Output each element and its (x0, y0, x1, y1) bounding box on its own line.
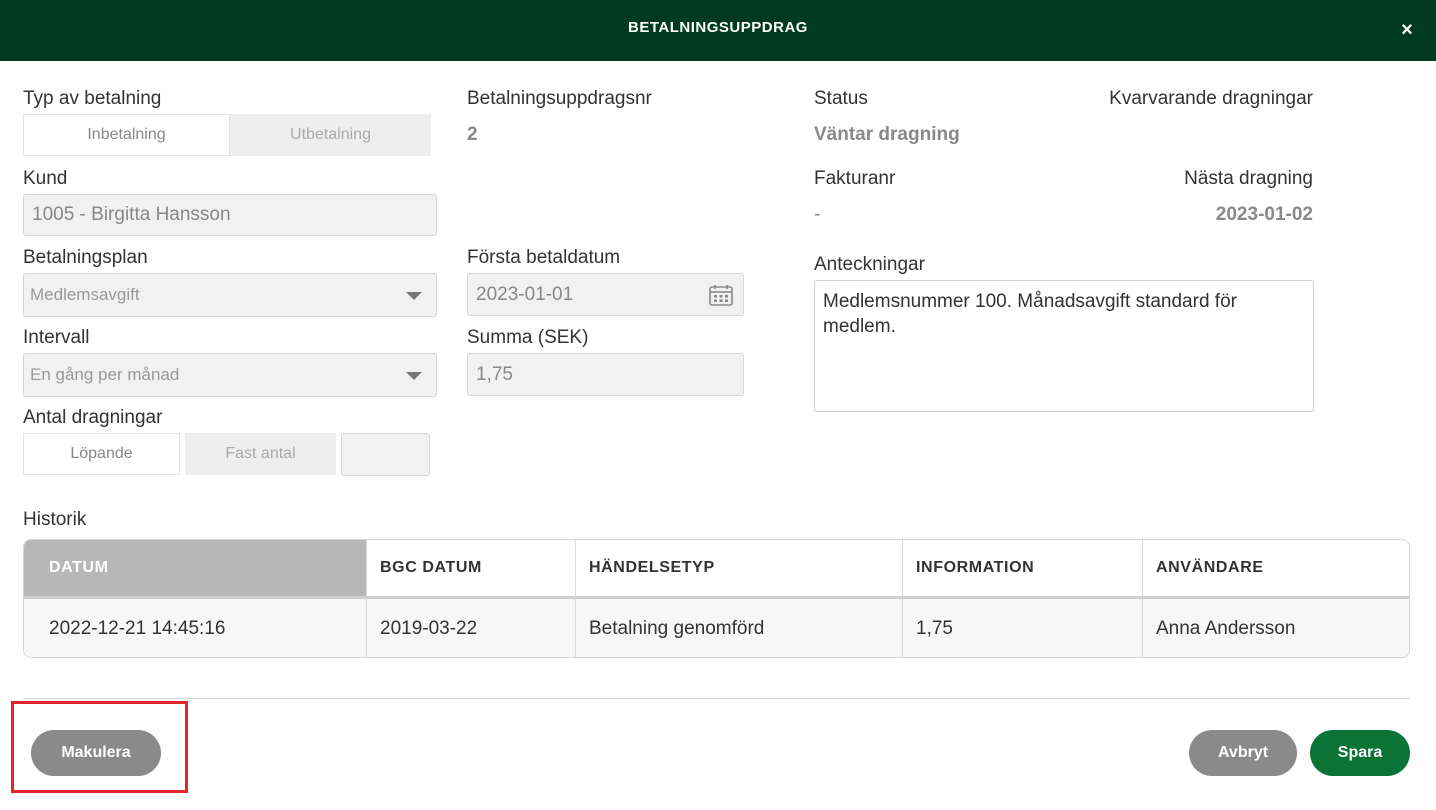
customer-label: Kund (23, 168, 68, 189)
column-header-datum[interactable]: DATUM (24, 540, 367, 596)
draw-count-lopande[interactable]: Löpande (23, 433, 180, 475)
footer-divider (23, 698, 1410, 699)
table-row[interactable]: 2022-12-21 14:45:16 2019-03-22 Betalning… (24, 599, 1409, 657)
chevron-down-icon (406, 292, 422, 300)
column-header-bgc-datum[interactable]: BGC DATUM (367, 540, 576, 596)
column-header-handelsetyp[interactable]: HÄNDELSETYP (576, 540, 903, 596)
next-draw-value: 2023-01-02 (1215, 204, 1313, 225)
interval-select[interactable]: En gång per månad (23, 353, 437, 397)
calendar-icon[interactable] (709, 284, 733, 306)
history-table: DATUM BGC DATUM HÄNDELSETYP INFORMATION … (23, 539, 1410, 658)
dialog-title: BETALNINGSUPPDRAG (628, 19, 808, 36)
dialog-header: BETALNINGSUPPDRAG × (0, 0, 1436, 61)
cell-handelsetyp: Betalning genomförd (576, 599, 903, 657)
status-value: Väntar dragning (814, 124, 960, 145)
first-date-label: Första betaldatum (467, 247, 621, 268)
amount-label: Summa (SEK) (467, 327, 589, 348)
payment-type-inbetalning[interactable]: Inbetalning (23, 114, 230, 156)
save-button[interactable]: Spara (1310, 730, 1410, 776)
chevron-down-icon (406, 372, 422, 380)
history-label: Historik (23, 509, 87, 530)
column-header-information[interactable]: INFORMATION (903, 540, 1143, 596)
cancel-button[interactable]: Avbryt (1189, 730, 1297, 776)
interval-select-value: En gång per månad (30, 365, 180, 384)
plan-select[interactable]: Medlemsavgift (23, 273, 437, 317)
order-number-label: Betalningsuppdragsnr (467, 88, 652, 109)
next-draw-label: Nästa dragning (1184, 168, 1313, 189)
draw-count-label: Antal dragningar (23, 407, 163, 428)
remaining-label: Kvarvarande dragningar (1109, 88, 1313, 109)
void-button[interactable]: Makulera (31, 730, 161, 776)
payment-type-label: Typ av betalning (23, 88, 162, 109)
invoice-value: - (814, 204, 821, 225)
status-label: Status (814, 88, 868, 109)
draw-count-input[interactable] (341, 433, 430, 476)
notes-textarea[interactable]: Medlemsnummer 100. Månadsavgift standard… (814, 280, 1314, 412)
column-header-anvandare[interactable]: ANVÄNDARE (1143, 540, 1409, 596)
plan-label: Betalningsplan (23, 247, 148, 268)
plan-select-value: Medlemsavgift (30, 285, 140, 304)
cell-information: 1,75 (903, 599, 1143, 657)
payment-type-utbetalning[interactable]: Utbetalning (230, 114, 431, 156)
order-number-value: 2 (467, 124, 478, 145)
first-date-value: 2023-01-01 (476, 283, 574, 305)
interval-label: Intervall (23, 327, 90, 348)
first-date-field[interactable]: 2023-01-01 (467, 273, 744, 316)
notes-label: Anteckningar (814, 254, 925, 275)
cell-bgc-datum: 2019-03-22 (367, 599, 576, 657)
invoice-label: Fakturanr (814, 168, 896, 189)
draw-count-fast-antal[interactable]: Fast antal (185, 433, 336, 475)
cell-datum: 2022-12-21 14:45:16 (24, 599, 367, 657)
cell-anvandare: Anna Andersson (1156, 618, 1296, 639)
history-table-header: DATUM BGC DATUM HÄNDELSETYP INFORMATION … (24, 540, 1409, 599)
amount-field[interactable]: 1,75 (467, 353, 744, 396)
customer-field[interactable]: 1005 - Birgitta Hansson (23, 194, 437, 236)
close-icon[interactable]: × (1398, 19, 1416, 41)
